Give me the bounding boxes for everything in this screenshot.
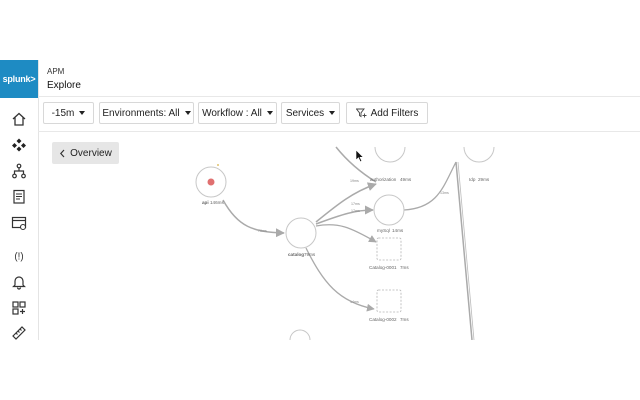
service-map-canvas[interactable]: 79ms 19ms 17ms 17ms 14ms 13ms api 146ms … xyxy=(38,132,640,340)
edge-label-catalog-auth: 19ms xyxy=(350,179,359,183)
ruler-icon[interactable] xyxy=(11,325,27,340)
node-partial-bottom[interactable] xyxy=(289,329,311,340)
bell-icon[interactable] xyxy=(11,274,27,290)
browser-monitor-icon[interactable] xyxy=(11,215,27,231)
chevron-down-icon xyxy=(79,111,86,115)
filter-add-icon xyxy=(355,108,367,118)
home-icon[interactable] xyxy=(11,111,27,127)
add-filters-label: Add Filters xyxy=(370,107,419,119)
node-authorization-latency: 49ms xyxy=(400,177,412,182)
node-catalog-0002[interactable]: Catalog-0002 7ms xyxy=(369,289,409,322)
overview-label: Overview xyxy=(70,147,112,159)
apm-topology-icon[interactable] xyxy=(11,137,27,153)
edge-catalog-mysql[interactable] xyxy=(315,205,374,225)
filter-toolbar: -15m Environments: All Workflow : All Se… xyxy=(38,97,640,132)
node-catalog-latency: 79ms xyxy=(304,252,316,257)
workflow-value: Workflow : All xyxy=(202,107,262,119)
sidebar: splunk> (!) xyxy=(0,60,39,340)
services-value: Services xyxy=(285,107,325,119)
dashboards-icon[interactable] xyxy=(11,300,27,316)
service-map[interactable]: 79ms 19ms 17ms 17ms 14ms 13ms api 146ms … xyxy=(38,132,640,340)
error-indicator xyxy=(207,178,215,186)
node-catalog[interactable]: catalog 79ms xyxy=(285,217,317,257)
node-idp-label: Idp xyxy=(469,177,476,182)
environments-dropdown[interactable]: Environments: All xyxy=(99,102,194,124)
node-api[interactable]: api 146ms xyxy=(195,164,227,205)
node-authorization[interactable]: authorization 49ms xyxy=(370,146,412,182)
node-authorization-label: authorization xyxy=(370,177,397,182)
mouse-cursor-icon xyxy=(355,149,365,163)
svg-text:(!): (!) xyxy=(14,252,23,263)
node-api-latency: 146ms xyxy=(210,200,224,205)
node-catalog-0002-latency: 7ms xyxy=(400,317,409,322)
alerts-icon[interactable]: (!) xyxy=(10,248,28,264)
node-catalog-0001[interactable]: Catalog-0001 7ms xyxy=(369,237,409,270)
apm-explore-window: splunk> (!) APM Explore -15m Environment… xyxy=(0,60,640,340)
environments-value: Environments: All xyxy=(102,107,180,119)
chevron-left-icon xyxy=(60,149,65,157)
node-idp-latency: 29ms xyxy=(478,177,490,182)
chevron-down-icon xyxy=(184,111,191,115)
workflow-dropdown[interactable]: Workflow : All xyxy=(198,102,277,124)
node-catalog-0001-latency: 7ms xyxy=(400,265,409,270)
edge-api-catalog[interactable] xyxy=(222,199,285,238)
edge-catalog-authorization[interactable] xyxy=(315,182,377,223)
page-title: Explore xyxy=(47,80,81,91)
chevron-down-icon xyxy=(266,111,273,115)
time-range-dropdown[interactable]: -15m xyxy=(43,102,94,124)
time-range-value: -15m xyxy=(51,107,75,119)
hierarchy-icon[interactable] xyxy=(11,163,27,179)
services-dropdown[interactable]: Services xyxy=(281,102,340,124)
edge-label-catalog-mysql-a: 17ms xyxy=(351,202,360,206)
overview-button[interactable]: Overview xyxy=(52,142,119,164)
node-idp[interactable]: Idp 29ms xyxy=(463,146,495,182)
node-mysql-label: mySql xyxy=(377,228,390,233)
node-catalog-0001-label: Catalog-0001 xyxy=(369,265,397,270)
edge-idp-down[interactable] xyxy=(455,161,473,340)
edge-catalog-c2[interactable] xyxy=(305,247,375,312)
node-api-label: api xyxy=(202,200,209,205)
edge-catalog-c1[interactable] xyxy=(315,224,377,243)
logo-text: splunk> xyxy=(2,74,36,84)
page-header: APM Explore xyxy=(38,60,640,97)
node-mysql[interactable]: mySql 14ms xyxy=(373,194,405,233)
node-catalog-0002-label: Catalog-0002 xyxy=(369,317,397,322)
add-filters-button[interactable]: Add Filters xyxy=(346,102,428,124)
edge-label-mysql-idp: 13ms xyxy=(440,191,449,195)
edge-label-catalog-c2: 14ms xyxy=(350,300,359,304)
breadcrumb[interactable]: APM xyxy=(47,67,64,76)
edge-idp-down-b[interactable] xyxy=(457,161,475,340)
edge-mysql-idp[interactable] xyxy=(403,161,457,211)
splunk-logo[interactable]: splunk> xyxy=(0,60,38,98)
edge-label-api-catalog: 79ms xyxy=(258,229,267,233)
node-catalog-label: catalog xyxy=(288,252,304,257)
chevron-down-icon xyxy=(329,111,336,115)
edge-label-catalog-mysql-b: 17ms xyxy=(351,209,360,213)
node-mysql-latency: 14ms xyxy=(392,228,404,233)
status-dot xyxy=(217,164,219,166)
logs-icon[interactable] xyxy=(11,189,27,205)
